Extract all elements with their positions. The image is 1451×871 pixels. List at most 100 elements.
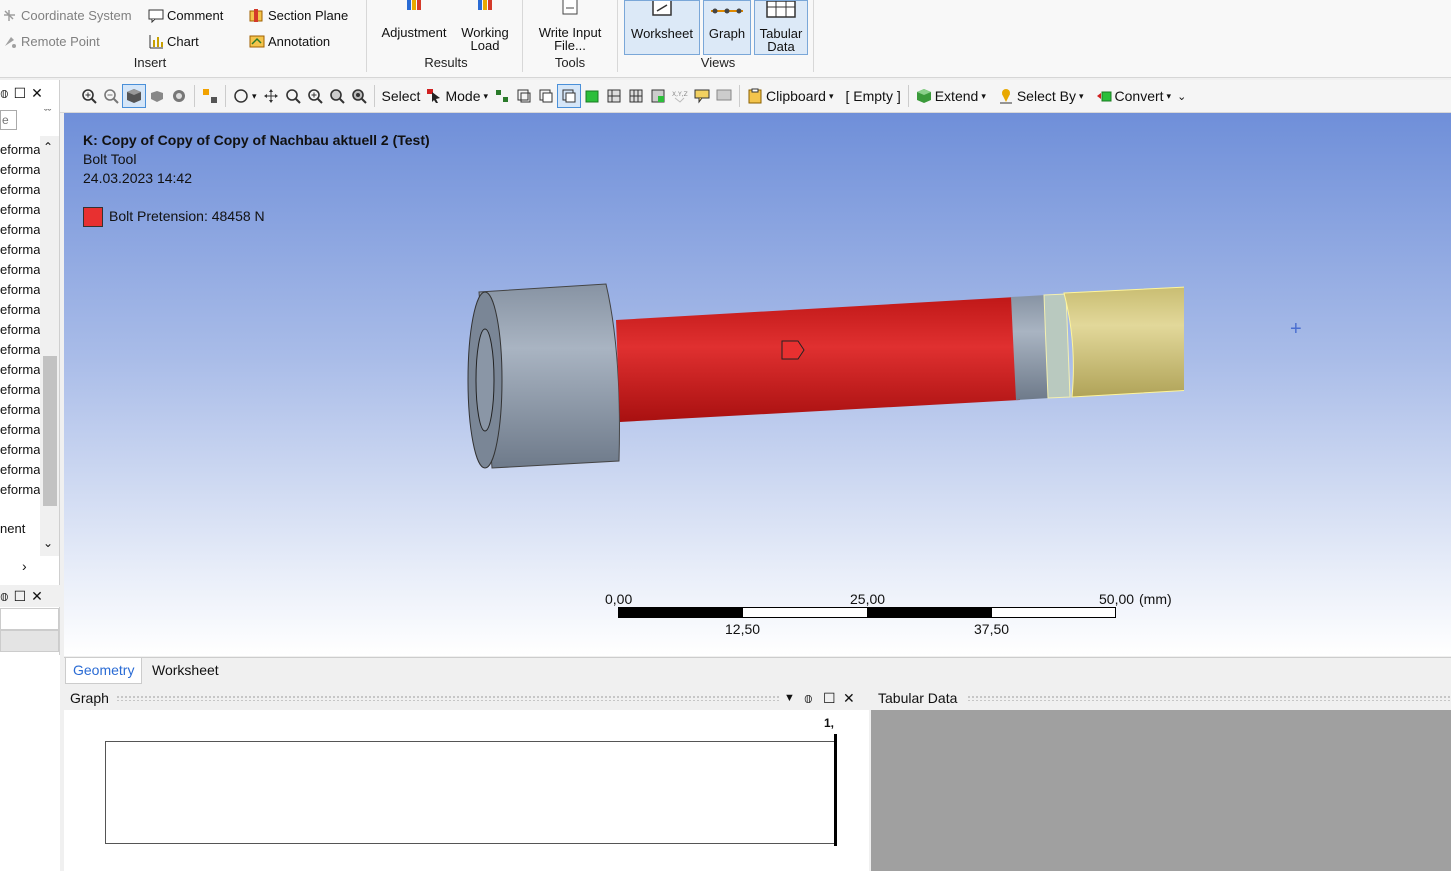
wireframe-view-button[interactable] <box>146 84 168 108</box>
maximize-icon[interactable]: ☐ <box>14 85 27 102</box>
tree-item[interactable]: eforma <box>0 322 40 337</box>
bolt-model[interactable] <box>394 273 1184 473</box>
worksheet-view-label: Worksheet <box>631 26 693 41</box>
tabular-data-view-button[interactable]: Tabular Data <box>754 0 808 55</box>
details-row[interactable] <box>0 608 59 630</box>
tree-item[interactable]: eforma <box>0 442 40 457</box>
graph-panel-header: Graph ▼ 𝕠 ☐ ✕ <box>64 686 868 710</box>
tree-item[interactable]: eforma <box>0 482 40 497</box>
tabular-panel-body[interactable] <box>871 710 1451 871</box>
zoom-out-button[interactable] <box>100 84 122 108</box>
comment-button[interactable]: Comment <box>148 8 223 24</box>
magnifier-window-button[interactable] <box>348 84 370 108</box>
pin-icon[interactable]: 𝕠 <box>0 588 9 605</box>
select-element-button[interactable] <box>581 84 603 108</box>
clipboard-button[interactable]: Clipboard ▾ <box>744 84 836 108</box>
scale-label: 12,50 <box>725 621 761 637</box>
tree-scrollbar[interactable]: ⌃ ⌄ <box>40 136 59 556</box>
tree-item[interactable]: eforma <box>0 202 40 217</box>
tree-item[interactable]: eforma <box>0 282 40 297</box>
graph-plot-area[interactable] <box>105 741 836 844</box>
caret-down-icon[interactable]: ▼ <box>784 686 795 710</box>
close-icon[interactable]: ✕ <box>843 686 855 710</box>
section-plane-button[interactable]: Section Plane <box>249 8 348 23</box>
bolt-washer <box>1043 293 1071 399</box>
cube-outline-icon <box>149 88 165 104</box>
tree-search-input[interactable] <box>0 110 17 130</box>
close-icon[interactable]: ✕ <box>31 588 43 605</box>
zoom-button[interactable] <box>282 84 304 108</box>
select-vertex-button[interactable] <box>491 84 513 108</box>
maximize-icon[interactable]: ☐ <box>14 588 27 605</box>
tree-item[interactable]: eforma <box>0 462 40 477</box>
chevron-up-icon[interactable]: ⌃ <box>43 140 53 154</box>
pin-icon[interactable]: 𝕠 <box>804 686 813 710</box>
label-button[interactable] <box>691 84 713 108</box>
remote-point-button[interactable]: Remote Point <box>2 34 100 49</box>
convert-button[interactable]: Convert ▾ <box>1093 84 1175 108</box>
coordinate-readout-button[interactable]: X,Y,Z <box>669 84 691 108</box>
select-element-face-button[interactable] <box>625 84 647 108</box>
annotation-button[interactable]: Annotation <box>249 34 330 49</box>
tab-geometry[interactable]: Geometry <box>65 658 143 684</box>
zoom-to-fit-button[interactable] <box>326 84 348 108</box>
rotate-button[interactable]: ▾ <box>230 84 260 108</box>
tree-item[interactable]: eforma <box>0 242 40 257</box>
select-mesh-element-button[interactable] <box>647 84 669 108</box>
tree-item[interactable]: eforma <box>0 342 40 357</box>
section-plane-icon <box>249 8 264 23</box>
working-load-button[interactable]: Working Load <box>455 0 515 52</box>
hide-label-button[interactable] <box>713 84 735 108</box>
zoom-in-button[interactable] <box>78 84 100 108</box>
pin-icon[interactable]: 𝕠 <box>0 85 9 102</box>
outline-tree-panel: 𝕠 ☐ ✕ ˇˇ eforma eforma eforma eforma eforma e… <box>0 80 60 655</box>
adjustment-button[interactable]: Adjustment <box>375 0 453 39</box>
label-icon <box>694 88 710 104</box>
tree-item[interactable]: eforma <box>0 222 40 237</box>
double-chevron-down-icon[interactable]: ˇˇ <box>44 108 51 120</box>
scale-label: 50,00 <box>1099 591 1135 607</box>
worksheet-view-button[interactable]: Worksheet <box>624 0 700 55</box>
graph-view-button[interactable]: Graph <box>703 0 751 55</box>
select-button[interactable]: Select <box>379 84 424 108</box>
close-icon[interactable]: ✕ <box>31 85 43 102</box>
scrollbar-thumb[interactable] <box>43 356 57 506</box>
graph-panel-body[interactable]: 1, <box>64 710 869 871</box>
details-row[interactable] <box>0 630 59 652</box>
details-panel-body <box>0 655 60 871</box>
tree-item[interactable]: eforma <box>0 182 40 197</box>
tab-worksheet[interactable]: Worksheet <box>145 658 226 684</box>
shaded-view-button[interactable] <box>122 84 146 108</box>
display-style-button[interactable] <box>168 84 190 108</box>
tree-item[interactable]: nent <box>0 521 40 536</box>
select-mode-button[interactable]: Mode ▾ <box>423 84 491 108</box>
chart-button[interactable]: Chart <box>148 34 199 49</box>
select-edge-button[interactable] <box>513 84 535 108</box>
maximize-icon[interactable]: ☐ <box>823 686 836 710</box>
graphics-viewport[interactable]: K: Copy of Copy of Copy of Nachbau aktue… <box>64 113 1451 656</box>
coordinate-system-button[interactable]: Coordinate System <box>2 8 132 23</box>
graph-marker-label: 1, <box>824 716 835 730</box>
select-by-button[interactable]: Select By ▾ <box>995 84 1087 108</box>
toolbar-overflow-button[interactable]: ⌄ <box>1174 84 1189 108</box>
chevron-right-icon[interactable]: › <box>22 558 27 574</box>
box-zoom-button[interactable] <box>304 84 326 108</box>
tree-item[interactable]: eforma <box>0 402 40 417</box>
extend-button[interactable]: Extend ▾ <box>913 84 989 108</box>
adjustment-label: Adjustment <box>381 25 447 40</box>
select-face-button[interactable] <box>535 84 557 108</box>
pan-button[interactable] <box>260 84 282 108</box>
write-input-file-button[interactable]: Write Input File... <box>528 0 612 52</box>
results-group-label: Results <box>424 55 468 70</box>
tree-item[interactable]: eforma <box>0 302 40 317</box>
select-body-button[interactable] <box>557 84 582 108</box>
tree-item[interactable]: eforma <box>0 262 40 277</box>
chevron-down-icon[interactable]: ⌄ <box>43 536 53 550</box>
select-node-button[interactable] <box>603 84 625 108</box>
tree-item[interactable]: eforma <box>0 382 40 397</box>
explode-button[interactable] <box>199 84 221 108</box>
tree-item[interactable]: eforma <box>0 362 40 377</box>
tree-item[interactable]: eforma <box>0 422 40 437</box>
tree-item[interactable]: eforma <box>0 162 40 177</box>
tree-item[interactable]: eforma <box>0 142 40 157</box>
